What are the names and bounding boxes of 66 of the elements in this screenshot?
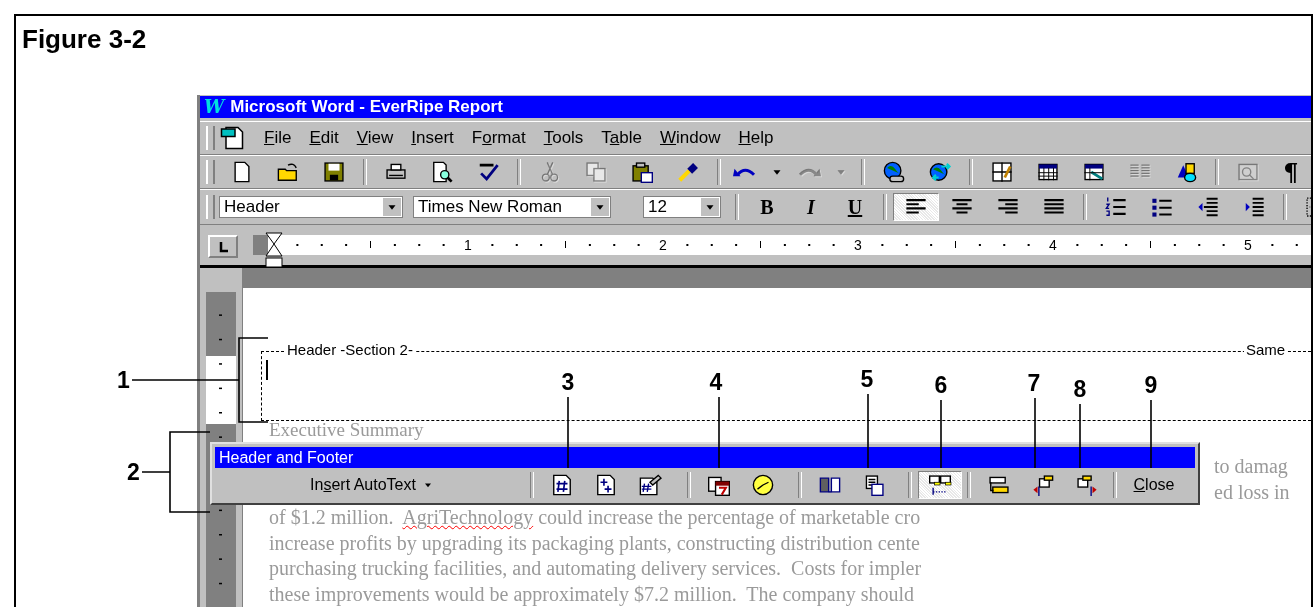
toolbar-handle[interactable] <box>206 126 215 150</box>
close-button[interactable]: Close <box>1123 470 1185 500</box>
header-left-arrow-icon <box>1031 474 1055 496</box>
ruler-number: 4 <box>1049 236 1057 255</box>
linked-headers-icon <box>928 474 952 496</box>
document-icon[interactable] <box>219 126 245 150</box>
align-left-button[interactable] <box>893 193 939 221</box>
callout-number: 5 <box>860 366 874 392</box>
body-text-line: of $1.2 million. AgriTechnology could increase the percentage of marketable cro <box>269 505 921 531</box>
callout-number: 3 <box>561 369 575 395</box>
italic-button[interactable]: I <box>789 193 833 221</box>
body-text-line: to damag <box>1214 454 1288 480</box>
calendar-icon <box>707 474 731 496</box>
callout-number: 9 <box>1144 372 1158 398</box>
body-text-line: purchasing trucking facilities, and automating delivery services. Costs for impler <box>269 556 922 582</box>
body-text-line: these improvements would be approximately $7.2 million. The company should <box>269 581 915 607</box>
toolbar-handle[interactable] <box>206 195 215 219</box>
callout-number: 8 <box>1073 376 1087 402</box>
body-text-line: Executive Summary <box>269 419 424 440</box>
toolbar-handle[interactable] <box>206 160 215 184</box>
menu-item[interactable]: Help <box>729 127 783 149</box>
stacked-bars-icon <box>987 474 1011 496</box>
header-right-arrow-icon <box>1075 474 1099 496</box>
app-logo: W <box>204 97 225 117</box>
body-text-line: ed loss in <box>1214 479 1290 505</box>
ruler-number: 1 <box>464 236 472 255</box>
figure-title: Figure 3-2 <box>22 24 147 54</box>
same-as-previous-button[interactable] <box>918 471 962 499</box>
outdent-icon <box>1196 196 1220 218</box>
callout-number: 6 <box>934 372 948 398</box>
underline-button[interactable]: U <box>833 193 877 221</box>
style-dropdown[interactable]: Header <box>219 196 403 218</box>
menu-item[interactable]: Tools <box>534 127 593 149</box>
menu-item[interactable]: Window <box>651 127 730 149</box>
page-plus-icon <box>594 474 618 496</box>
ruler-number: 5 <box>1244 236 1252 255</box>
page-hash-hand-icon <box>638 474 662 496</box>
text-cursor <box>266 360 268 380</box>
menu-item[interactable]: View <box>347 127 403 149</box>
open-book-icon <box>818 474 842 496</box>
insert-autotext-button[interactable]: Insert AutoText <box>272 470 472 500</box>
menu-item[interactable]: Edit <box>300 127 348 149</box>
callout-number: 4 <box>709 369 723 395</box>
callout-number: 7 <box>1027 370 1041 396</box>
font-size-dropdown[interactable]: 12 <box>643 196 721 218</box>
bulleted-list-icon <box>1150 196 1174 218</box>
numbered-list-icon <box>1104 196 1128 218</box>
menu-item[interactable]: File <box>255 127 301 149</box>
window-title: Microsoft Word - EverRipe Report <box>230 97 503 117</box>
font-dropdown[interactable]: Times New Roman <box>413 196 611 218</box>
ruler-number: 3 <box>854 236 862 255</box>
page-hash-icon <box>550 474 574 496</box>
menu-item[interactable]: Insert <box>402 127 463 149</box>
menu-item[interactable]: Format <box>462 127 535 149</box>
tab-selector-button[interactable] <box>208 235 238 258</box>
toolbar-title-bar[interactable]: Header and Footer <box>215 447 1195 468</box>
indent-markers-icon[interactable] <box>265 232 283 268</box>
body-text-line: increase profits by upgrading its packaging plants, constructing distribution cente <box>269 530 920 556</box>
callout-number: 1 <box>117 367 130 393</box>
callout-number: 2 <box>127 459 140 485</box>
bold-button[interactable]: B <box>745 193 789 221</box>
ruler-number: 2 <box>659 236 667 255</box>
clock-icon <box>751 474 775 496</box>
show-marks-button[interactable]: ¶ <box>1271 158 1311 186</box>
menu-item[interactable]: Table <box>592 127 651 149</box>
toolbar-title: Header and Footer <box>218 448 354 467</box>
